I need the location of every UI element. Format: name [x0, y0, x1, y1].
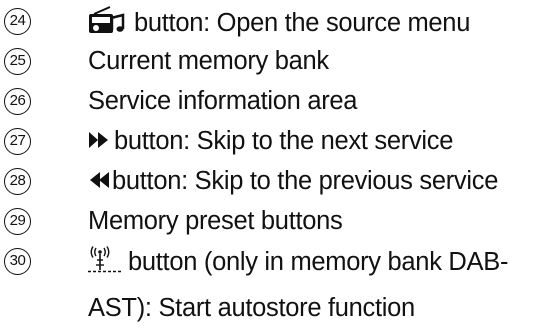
item-number: 27: [4, 128, 31, 155]
item-description: button: Skip to the next service: [88, 126, 453, 157]
item-number: 24: [4, 8, 31, 35]
item-text: button: Skip to the previous service: [112, 167, 499, 195]
list-item: 29 Memory preset buttons: [0, 204, 559, 244]
item-description: button: Skip to the previous service: [88, 166, 498, 197]
item-text: Current memory bank: [88, 47, 329, 75]
legend-list: 24 button: Open the source menu 25 Curre…: [0, 0, 559, 329]
item-number: 26: [4, 88, 31, 115]
item-text: button: Skip to the next service: [114, 127, 454, 155]
item-text-continuation: AST): Start autostore function: [88, 294, 415, 322]
list-item: 27 button: Skip to the next service: [0, 124, 559, 164]
source-radio-music-icon: [88, 6, 126, 43]
item-text: button (only in memory bank DAB-: [128, 248, 509, 277]
item-description: button (only in memory bank DAB-: [88, 246, 508, 281]
list-item: 24 button: Open the source menu: [0, 4, 559, 44]
item-number: 29: [4, 208, 31, 235]
list-item: 28 button: Skip to the previous service: [0, 164, 559, 204]
item-number: 30: [4, 248, 31, 275]
item-number: 25: [4, 48, 31, 75]
list-item: 26 Service information area: [0, 84, 559, 124]
autostore-antenna-icon: [88, 246, 122, 281]
skip-forward-icon: [88, 127, 110, 157]
skip-back-icon: [88, 167, 110, 197]
item-description: button: Open the source menu: [88, 6, 470, 43]
item-text: button: Open the source menu: [134, 9, 471, 38]
item-text: Memory preset buttons: [88, 207, 343, 235]
list-item: 30 button (only in memory bank DAB-: [0, 244, 559, 284]
item-text: Service information area: [88, 87, 358, 115]
list-item: 25 Current memory bank: [0, 44, 559, 84]
item-number: 28: [4, 168, 31, 195]
